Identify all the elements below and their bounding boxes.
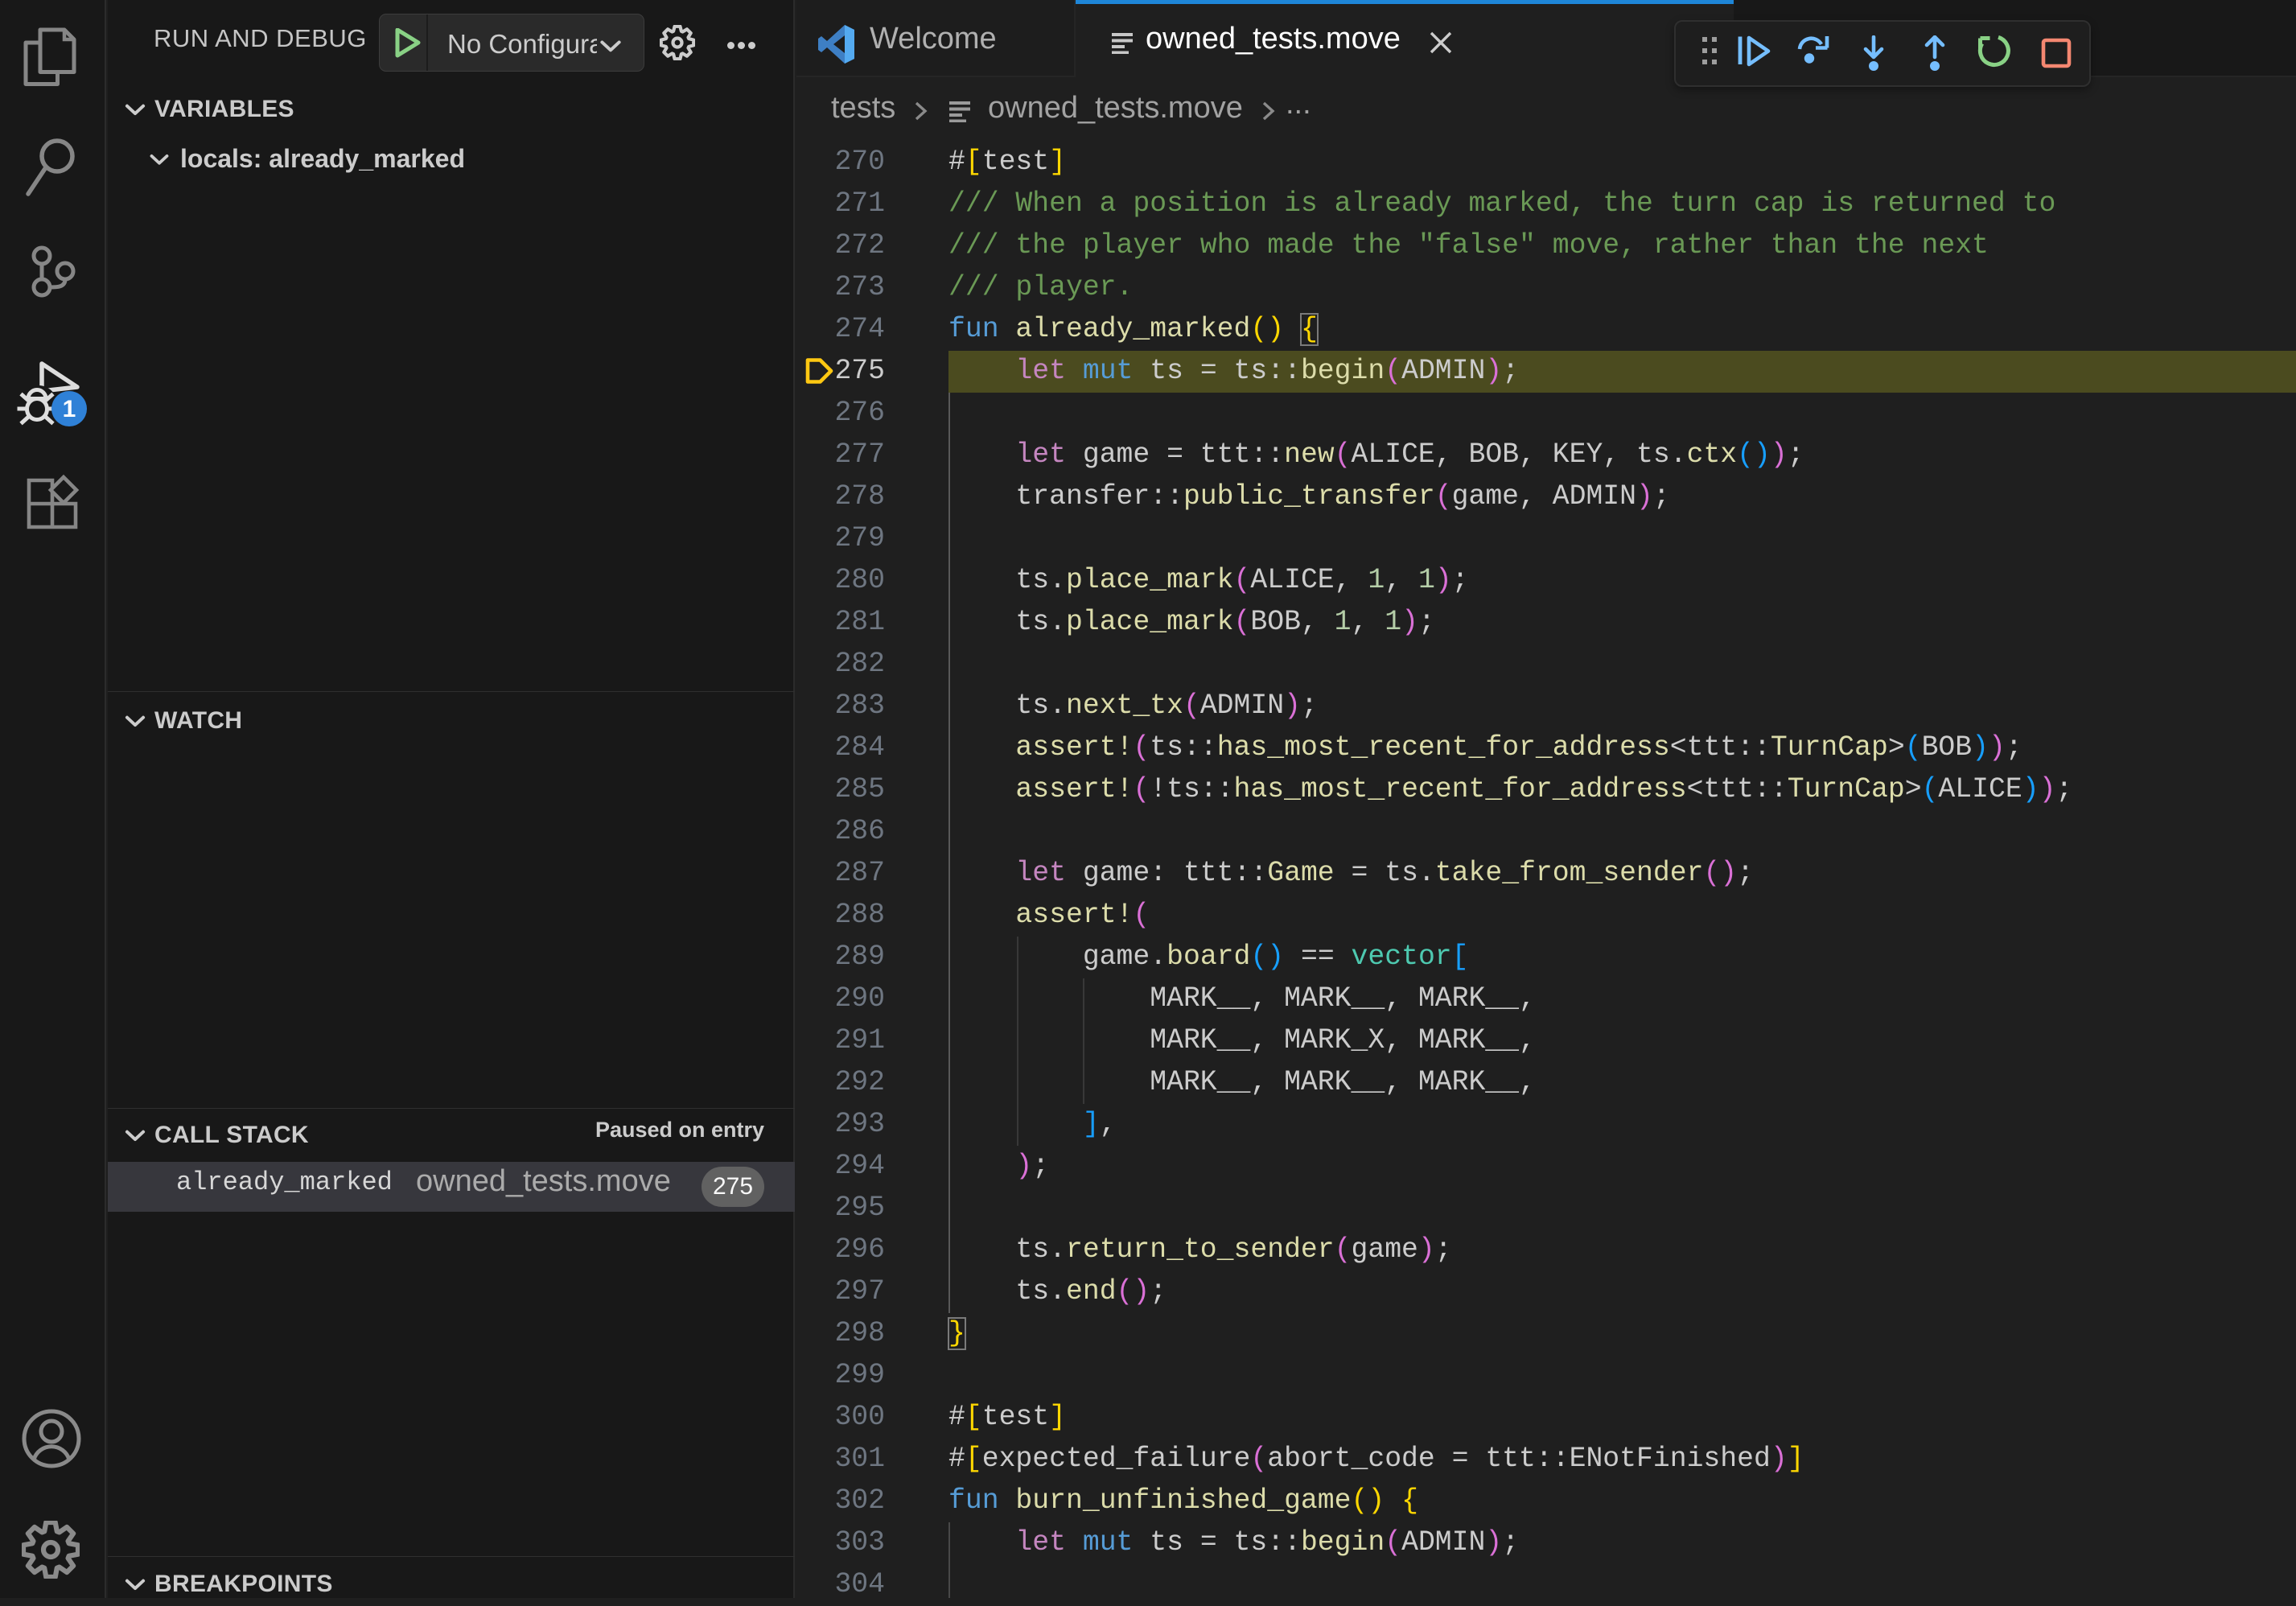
svg-text:1: 1 xyxy=(63,396,76,422)
